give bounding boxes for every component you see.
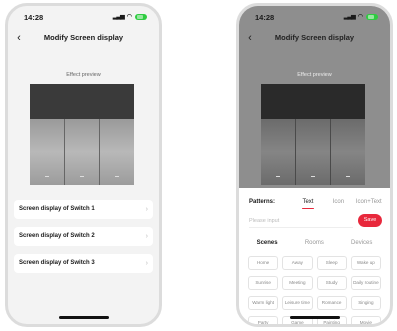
back-arrow-icon[interactable]: ‹	[245, 28, 255, 48]
status-time: 14:28	[24, 13, 44, 22]
chip-romance[interactable]: Romance	[316, 296, 347, 310]
chip-daily-routine[interactable]: Daily routine	[350, 276, 381, 290]
phone-screen-right: 14:28 ▂▃▅ ◠ ‹ Modify Screen display Effe…	[236, 3, 393, 327]
chip-movie[interactable]: Movie	[350, 316, 381, 324]
status-icons: ▂▃▅ ◠	[113, 13, 147, 20]
wifi-icon: ◠	[357, 14, 363, 20]
list-item-label: Screen display of Switch 1	[19, 206, 95, 212]
chip-singing[interactable]: Singing	[350, 296, 381, 310]
panel-screen	[261, 84, 365, 119]
panel-switches	[30, 119, 134, 185]
tab-devices[interactable]: Devices	[351, 240, 372, 252]
chip-party[interactable]: Party	[248, 316, 279, 324]
battery-icon	[366, 13, 378, 20]
chevron-right-icon: ›	[145, 233, 148, 240]
patterns-row: Patterns: Text Icon Icon+Text	[249, 196, 384, 209]
signal-icon: ▂▃▅	[343, 14, 356, 20]
pattern-tab-icon[interactable]: Icon	[323, 199, 353, 205]
chevron-right-icon: ›	[145, 206, 148, 213]
effect-preview-label: Effect preview	[297, 72, 332, 78]
status-bar: 14:28 ▂▃▅ ◠	[239, 12, 390, 24]
pattern-bottom-sheet: Patterns: Text Icon Icon+Text Save Scene…	[239, 188, 390, 324]
list-item-label: Screen display of Switch 3	[19, 260, 95, 266]
save-button[interactable]: Save	[358, 214, 382, 227]
page-title: Modify Screen display	[274, 33, 355, 42]
panel-switch-1	[30, 119, 64, 185]
category-tabs: Scenes Rooms Devices	[243, 240, 386, 252]
chip-sleep[interactable]: Sleep	[316, 256, 347, 270]
text-input-row: Save	[249, 214, 382, 228]
panel-switch-2	[296, 119, 330, 185]
switch-3-display-item[interactable]: Screen display of Switch 3 ›	[14, 254, 153, 273]
switch-2-display-item[interactable]: Screen display of Switch 2 ›	[14, 227, 153, 246]
panel-switch-2	[65, 119, 99, 185]
pattern-tab-text[interactable]: Text	[293, 199, 323, 209]
dimmed-background: 14:28 ▂▃▅ ◠ ‹ Modify Screen display Effe…	[239, 6, 390, 188]
chip-meeting[interactable]: Meeting	[282, 276, 313, 290]
patterns-label: Patterns:	[249, 199, 276, 205]
status-bar: 14:28 ▂▃▅ ◠	[8, 12, 159, 24]
panel-screen	[30, 84, 134, 119]
chip-leisure-time[interactable]: Leisure time	[282, 296, 313, 310]
panel-switches	[261, 119, 365, 185]
tab-scenes[interactable]: Scenes	[257, 240, 278, 252]
switch-1-display-item[interactable]: Screen display of Switch 1 ›	[14, 200, 153, 219]
nav-bar: ‹ Modify Screen display	[8, 28, 159, 48]
display-text-input[interactable]	[249, 214, 353, 228]
battery-icon	[135, 13, 147, 20]
list-item-label: Screen display of Switch 2	[19, 233, 95, 239]
home-indicator	[289, 316, 340, 319]
phone-screen-left: 14:28 ▂▃▅ ◠ ‹ Modify Screen display Effe…	[5, 3, 162, 327]
switch-panel-preview	[30, 84, 134, 185]
panel-switch-3	[331, 119, 365, 185]
nav-bar: ‹ Modify Screen display	[239, 28, 390, 48]
chip-away[interactable]: Away	[282, 256, 313, 270]
chip-wake-up[interactable]: Wake up	[350, 256, 381, 270]
signal-icon: ▂▃▅	[112, 14, 125, 20]
pattern-tab-icon-text[interactable]: Icon+Text	[354, 199, 384, 205]
panel-switch-1	[261, 119, 295, 185]
status-time: 14:28	[255, 13, 275, 22]
back-arrow-icon[interactable]: ‹	[14, 28, 24, 48]
effect-preview-label: Effect preview	[66, 72, 101, 78]
home-indicator	[58, 316, 109, 319]
chip-sunrise[interactable]: Sunrise	[248, 276, 279, 290]
page-title: Modify Screen display	[43, 33, 124, 42]
tab-rooms[interactable]: Rooms	[305, 240, 324, 252]
chip-study[interactable]: Study	[316, 276, 347, 290]
panel-switch-3	[100, 119, 134, 185]
wifi-icon: ◠	[126, 14, 132, 20]
status-icons: ▂▃▅ ◠	[344, 13, 378, 20]
chevron-right-icon: ›	[145, 260, 148, 267]
chip-home[interactable]: Home	[248, 256, 279, 270]
chip-warm-light[interactable]: Warm light	[248, 296, 279, 310]
switch-panel-preview	[261, 84, 365, 185]
